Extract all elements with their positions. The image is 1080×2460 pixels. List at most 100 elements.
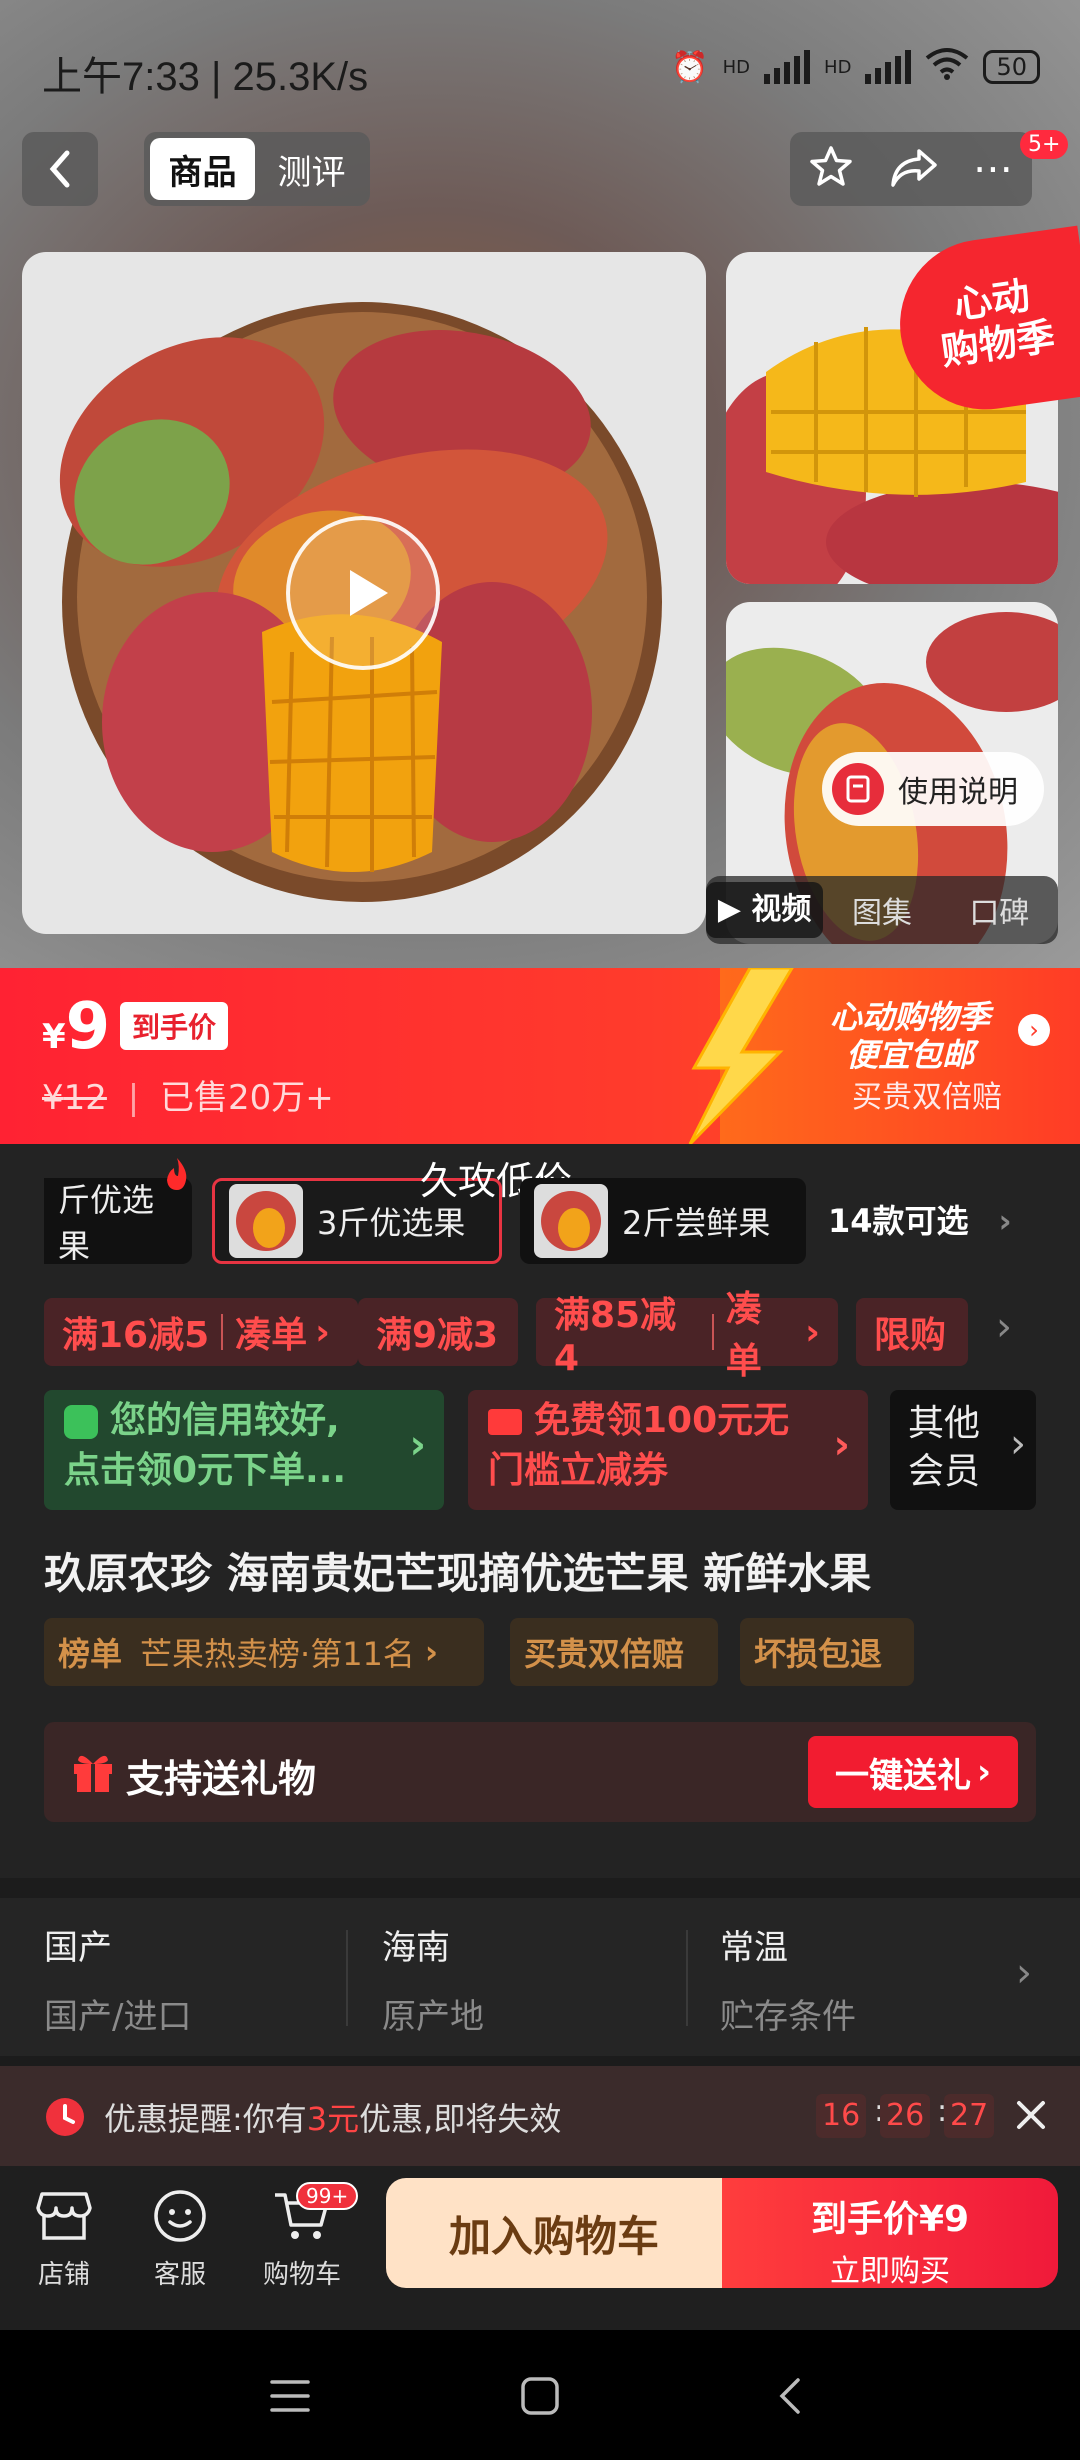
cart-count-badge: 99+ — [296, 2182, 359, 2210]
divider — [686, 1930, 688, 2026]
coupon-1[interactable]: 满16减5 凑单 › — [44, 1298, 358, 1366]
membership-text2: 会员 — [908, 1451, 981, 1492]
media-tab-video[interactable]: ▶ 视频 — [706, 882, 824, 938]
media-tab-gallery[interactable]: 图集 — [823, 888, 940, 932]
spec-option-3[interactable]: 2斤尝鲜果 — [520, 1178, 806, 1264]
tab-review[interactable]: 测评 — [259, 138, 364, 200]
price-value: 9 — [65, 990, 111, 1064]
rank-tag[interactable]: 榜单 芒果热卖榜·第11名 › — [44, 1618, 484, 1686]
close-icon[interactable] — [1014, 2098, 1048, 2132]
spec-thumbnail — [534, 1184, 608, 1258]
chevron-right-icon[interactable]: › — [1016, 1950, 1032, 1996]
spec-option-3-label: 2斤尝鲜果 — [622, 1204, 771, 1242]
attr-origin-type: 国产 国产/进口 — [44, 1920, 364, 2038]
usage-guide-pill[interactable]: 使用说明 — [822, 752, 1044, 826]
coupon-2-text: 满9减3 — [376, 1315, 499, 1356]
send-gift-button[interactable]: 一键送礼 › — [808, 1736, 1018, 1808]
promo-title-line2: 便宜包邮 — [846, 1036, 975, 1074]
share-icon[interactable] — [889, 145, 939, 193]
attr-value: 海南 — [382, 1928, 450, 1968]
timer-hours: 16 — [816, 2094, 867, 2138]
current-price: ¥9 — [42, 990, 110, 1064]
cart-label: 购物车 — [262, 2260, 341, 2290]
add-to-cart-button[interactable]: 加入购物车 — [386, 2178, 722, 2288]
menu-icon[interactable] — [270, 2378, 310, 2414]
play-video-button[interactable] — [286, 516, 440, 670]
buy-now-label: 立即购买 — [830, 2254, 950, 2289]
shop-button[interactable]: 店铺 — [14, 2184, 114, 2291]
back-button[interactable] — [22, 132, 98, 206]
promo-title-line1: 心动购物季 — [830, 998, 991, 1036]
rank-label: 榜单 — [58, 1635, 123, 1673]
clock-icon — [46, 2098, 84, 2136]
battery-indicator: 50 — [983, 50, 1040, 84]
home-icon[interactable] — [520, 2376, 560, 2416]
shopping-bag-icon — [64, 1405, 98, 1439]
reminder-suffix: 优惠,即将失效 — [359, 2100, 562, 2138]
store-icon — [14, 2184, 114, 2248]
back-nav-icon[interactable] — [776, 2376, 804, 2416]
chevron-right-icon: › — [1010, 1421, 1026, 1467]
coupon-3[interactable]: 满85减4 凑单 › — [536, 1289, 838, 1382]
credit-offer-line1: 您的信用较好, — [64, 1396, 424, 1446]
lightning-bolt-icon — [688, 968, 794, 1144]
chevron-right-icon: › — [409, 1422, 426, 1468]
coupon-4-text: 限购 — [874, 1315, 947, 1356]
attr-key: 贮存条件 — [720, 1997, 856, 2037]
more-specs-link[interactable]: 14款可选 › — [828, 1196, 1012, 1242]
sold-count: 已售20万+ — [160, 1078, 334, 1118]
free-coupon-line1: 免费领100元无 — [488, 1396, 848, 1446]
coupon-ticket-icon — [488, 1409, 522, 1435]
spec-option-1-label: 斤优选果 — [58, 1181, 155, 1265]
chevron-right-icon[interactable]: › — [1018, 1014, 1050, 1046]
more-icon[interactable]: ⋯ — [973, 146, 1015, 192]
coupon-3-action: 凑单 — [725, 1289, 762, 1382]
credit-offer-card[interactable]: 您的信用较好, 点击领0元下单... › — [44, 1390, 444, 1510]
other-membership-card[interactable]: 其他 会员 › — [890, 1390, 1036, 1510]
attr-value: 常温 — [720, 1928, 788, 1968]
send-gift-label: 一键送礼 — [834, 1755, 971, 1796]
free-coupon-text2: 门槛立减券 — [488, 1450, 669, 1491]
chevron-right-icon[interactable]: › — [996, 1304, 1012, 1350]
customer-service-button[interactable]: 客服 — [130, 2184, 230, 2291]
service-smile-icon — [130, 2184, 230, 2248]
chevron-right-icon: › — [315, 1311, 331, 1353]
shop-label: 店铺 — [37, 2260, 90, 2290]
attr-value: 国产 — [44, 1928, 112, 1968]
chevron-left-icon — [49, 150, 70, 188]
divider — [346, 1930, 348, 2026]
product-title: 玖原农珍 海南贵妃芒现摘优选芒果 新鲜水果 — [44, 1549, 872, 1598]
gift-label: 支持送礼物 — [126, 1757, 317, 1801]
free-coupon-card[interactable]: 免费领100元无 门槛立减券 › — [468, 1390, 868, 1510]
credit-offer-text2: 点击领0元下单... — [64, 1450, 347, 1491]
damage-return-tag[interactable]: 坏损包退 — [740, 1618, 914, 1686]
credit-offer-text1: 您的信用较好, — [110, 1400, 340, 1441]
signal-icon-1 — [764, 50, 811, 84]
media-tab-reviews[interactable]: 口碑 — [941, 888, 1058, 932]
buy-now-price: 到手价¥9 — [810, 2199, 970, 2240]
original-amount: 12 — [63, 1078, 107, 1118]
original-price-value: ¥12 — [42, 1078, 107, 1118]
membership-text1: 其他 — [908, 1403, 981, 1444]
status-bar: 上午7:33 | 25.3K/s ⏰ HD HD 50 — [0, 0, 1080, 130]
document-icon — [832, 763, 884, 815]
chevron-right-icon: › — [998, 1202, 1012, 1240]
timer-minutes: 26 — [880, 2094, 931, 2138]
attr-origin: 海南 原产地 — [382, 1920, 702, 2038]
tab-product[interactable]: 商品 — [150, 138, 255, 200]
alarm-icon: ⏰ — [671, 49, 709, 85]
coupon-4[interactable]: 限购 — [856, 1298, 968, 1366]
promo-subtitle: 买贵双倍赔 — [852, 1080, 1002, 1115]
product-tabs: 商品 测评 — [144, 132, 370, 206]
buy-now-button[interactable]: 到手价¥9 立即购买 — [722, 2178, 1058, 2289]
gift-icon — [74, 1755, 112, 1792]
favorite-star-icon[interactable] — [807, 143, 855, 195]
reminder-text: 优惠提醒:你有3元优惠,即将失效 — [104, 2094, 561, 2140]
top-actions: ⋯ — [790, 132, 1032, 206]
more-specs-label: 14款可选 — [828, 1202, 969, 1240]
coupon-2[interactable]: 满9减3 — [358, 1298, 518, 1366]
original-currency: ¥ — [42, 1078, 64, 1118]
price-guarantee-tag[interactable]: 买贵双倍赔 — [510, 1618, 718, 1686]
promo-title[interactable]: 心动购物季 便宜包邮 — [830, 998, 990, 1074]
reminder-prefix: 优惠提醒:你有 — [104, 2100, 307, 2138]
